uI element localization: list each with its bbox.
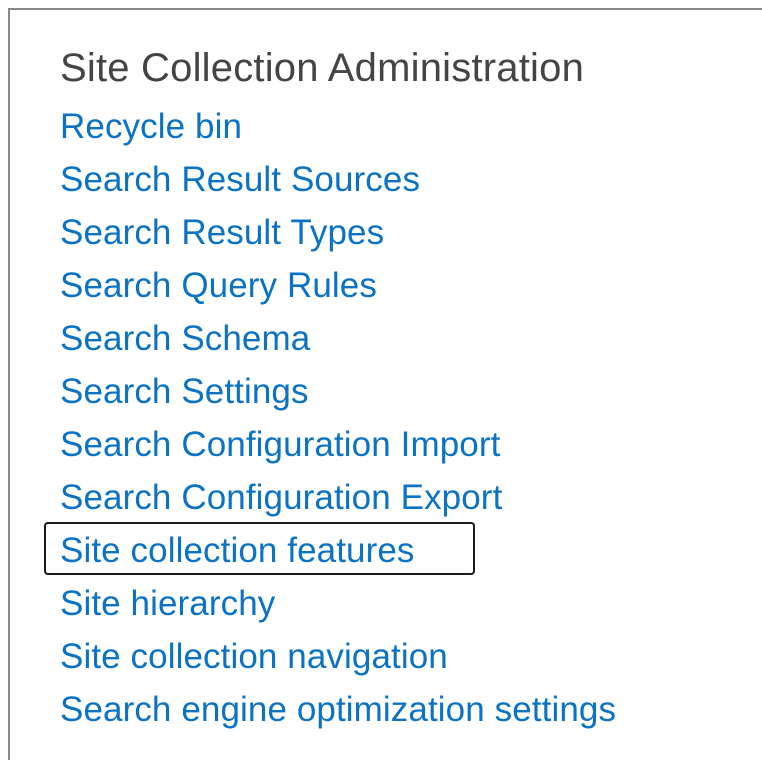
- list-item: Search Result Types: [60, 206, 616, 259]
- section-heading: Site Collection Administration: [60, 46, 585, 90]
- list-item: Search engine optimization settings: [60, 683, 616, 736]
- list-item: Search Settings: [60, 365, 616, 418]
- link-search-schema[interactable]: Search Schema: [60, 319, 310, 358]
- list-item: Search Configuration Import: [60, 418, 616, 471]
- list-item: Search Schema: [60, 312, 616, 365]
- link-search-configuration-import[interactable]: Search Configuration Import: [60, 425, 500, 464]
- link-site-collection-navigation[interactable]: Site collection navigation: [60, 637, 448, 676]
- link-recycle-bin[interactable]: Recycle bin: [60, 107, 242, 146]
- link-search-result-sources[interactable]: Search Result Sources: [60, 160, 420, 199]
- list-item: Site collection navigation: [60, 630, 616, 683]
- link-site-collection-features[interactable]: Site collection features: [60, 531, 415, 570]
- link-search-result-types[interactable]: Search Result Types: [60, 213, 384, 252]
- link-search-query-rules[interactable]: Search Query Rules: [60, 266, 377, 305]
- list-item: Site hierarchy: [60, 577, 616, 630]
- list-item: Search Configuration Export: [60, 471, 616, 524]
- link-search-engine-optimization-settings[interactable]: Search engine optimization settings: [60, 690, 616, 729]
- link-search-configuration-export[interactable]: Search Configuration Export: [60, 478, 502, 517]
- list-item: Recycle bin: [60, 100, 616, 153]
- link-site-hierarchy[interactable]: Site hierarchy: [60, 584, 275, 623]
- list-item: Search Query Rules: [60, 259, 616, 312]
- site-collection-administration-panel: Site Collection Administration Recycle b…: [8, 8, 762, 760]
- list-item: Search Result Sources: [60, 153, 616, 206]
- link-search-settings[interactable]: Search Settings: [60, 372, 309, 411]
- list-item: Site collection features: [44, 522, 616, 577]
- admin-links-list: Recycle bin Search Result Sources Search…: [44, 100, 616, 736]
